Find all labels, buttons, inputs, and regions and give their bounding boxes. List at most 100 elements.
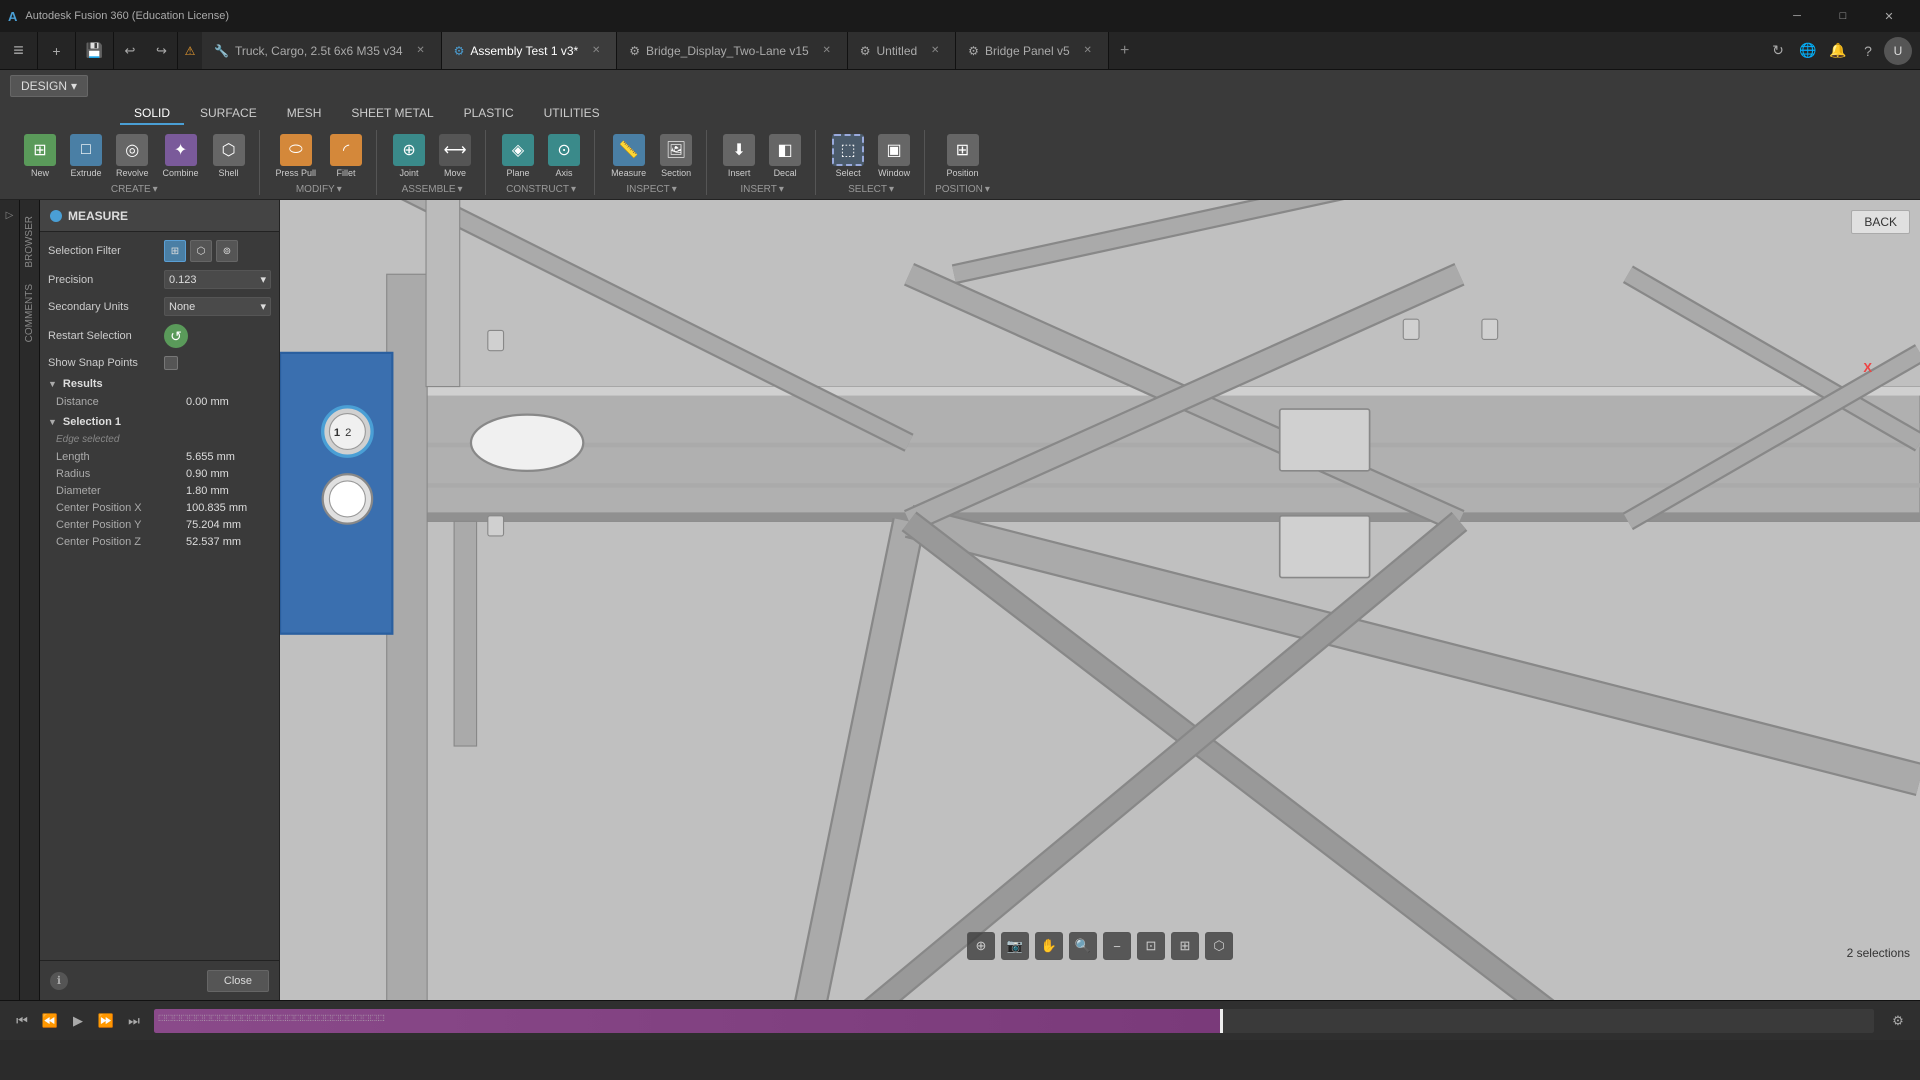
inspect-section-button[interactable]: 🖼 Section: [654, 130, 698, 182]
construct-plane-button[interactable]: ◈ Plane: [496, 130, 540, 182]
measure-panel-footer: ℹ Close: [40, 960, 279, 1000]
precision-dropdown[interactable]: 0.123 ▾: [164, 270, 271, 289]
camera-button[interactable]: 📷: [1001, 932, 1029, 960]
combine-icon: ✦: [165, 134, 197, 166]
win-controls: ─ □ ✕: [1774, 0, 1912, 32]
tab-bridge-panel-close[interactable]: ✕: [1080, 43, 1096, 59]
create-new-component-button[interactable]: ⊞ New: [18, 130, 62, 182]
tab-assembly[interactable]: ⚙ Assembly Test 1 v3* ✕: [442, 32, 618, 69]
close-measure-button[interactable]: Close: [207, 970, 269, 992]
modify-press-pull-button[interactable]: ⬭ Press Pull: [270, 130, 323, 182]
browser-button[interactable]: 🌐: [1794, 37, 1822, 65]
filter-body-icon[interactable]: ⊞: [164, 240, 186, 262]
grid-button[interactable]: ⊞: [1171, 932, 1199, 960]
tab-untitled[interactable]: ⚙ Untitled ✕: [848, 32, 956, 69]
modify-fillet-button[interactable]: ◜ Fillet: [324, 130, 368, 182]
results-section-header[interactable]: ▼ Results: [48, 378, 271, 390]
position-button[interactable]: ⊞ Position: [940, 130, 984, 182]
undo-button[interactable]: ↩: [114, 32, 146, 69]
ribbon-tab-mesh[interactable]: MESH: [273, 103, 336, 125]
new-doc-button[interactable]: +: [38, 32, 76, 69]
tab-assembly-close[interactable]: ✕: [588, 43, 604, 59]
modify-arrow-icon[interactable]: ▾: [337, 184, 342, 195]
timeline-next-button[interactable]: ⏩: [94, 1009, 118, 1033]
selection1-section-header[interactable]: ▼ Selection 1: [48, 416, 271, 428]
timeline-prev-button[interactable]: ⏪: [38, 1009, 62, 1033]
redo-button[interactable]: ↪: [146, 32, 178, 69]
create-revolve-button[interactable]: ◎ Revolve: [110, 130, 155, 182]
ribbon-tab-utilities[interactable]: UTILITIES: [530, 103, 614, 125]
maximize-button[interactable]: □: [1820, 0, 1866, 32]
pan-button[interactable]: ✋: [1035, 932, 1063, 960]
timeline-next-end-button[interactable]: ⏭: [122, 1009, 146, 1033]
create-shell-button[interactable]: ⬡ Shell: [207, 130, 251, 182]
tab-bridge-display[interactable]: ⚙ Bridge_Display_Two-Lane v15 ✕: [617, 32, 848, 69]
ribbon-group-insert: ⬇ Insert ◧ Decal INSERT ▾: [709, 130, 816, 195]
collapse-arrow[interactable]: ▷: [4, 208, 16, 223]
create-arrow-icon[interactable]: ▾: [153, 184, 158, 195]
tab-bridge-display-close[interactable]: ✕: [819, 43, 835, 59]
show-snap-checkbox[interactable]: [164, 356, 178, 370]
design-dropdown-button[interactable]: DESIGN ▾: [10, 75, 88, 97]
select-arrow-icon[interactable]: ▾: [889, 184, 894, 195]
create-combine-button[interactable]: ✦ Combine: [157, 130, 205, 182]
fit-button[interactable]: ⊡: [1137, 932, 1165, 960]
select-button[interactable]: ⬚ Select: [826, 130, 870, 182]
save-button[interactable]: 💾: [76, 32, 114, 69]
restart-selection-button[interactable]: ↺: [164, 324, 188, 348]
user-avatar[interactable]: U: [1884, 37, 1912, 65]
help-button[interactable]: ?: [1854, 37, 1882, 65]
position-arrow-icon[interactable]: ▾: [985, 184, 990, 195]
inspect-measure-button[interactable]: 📏 Measure: [605, 130, 652, 182]
assemble-move-button[interactable]: ⟷ Move: [433, 130, 477, 182]
assemble-joint-button[interactable]: ⊕ Joint: [387, 130, 431, 182]
timeline-track[interactable]: ⬚⬚⬚⬚⬚⬚⬚⬚⬚⬚⬚⬚⬚⬚⬚⬚⬚⬚⬚⬚⬚⬚⬚⬚⬚⬚⬚⬚⬚⬚: [154, 1009, 1874, 1033]
new-tab-button[interactable]: +: [1109, 32, 1141, 69]
measure-panel: MEASURE Selection Filter ⊞ ⬡ ⊚ Precision…: [40, 200, 280, 1000]
construct-arrow-icon[interactable]: ▾: [571, 184, 576, 195]
inspect-arrow-icon[interactable]: ▾: [672, 184, 677, 195]
tab-bridge-panel[interactable]: ⚙ Bridge Panel v5 ✕: [956, 32, 1109, 69]
browser-tab[interactable]: BROWSER: [21, 208, 38, 276]
length-label: Length: [56, 451, 186, 463]
display-button[interactable]: ⬡: [1205, 932, 1233, 960]
insert-button[interactable]: ⬇ Insert: [717, 130, 761, 182]
app-menu-button[interactable]: ≡: [0, 32, 38, 69]
ribbon-tab-solid[interactable]: SOLID: [120, 103, 184, 125]
info-button[interactable]: ℹ: [50, 972, 68, 990]
insert-decal-button[interactable]: ◧ Decal: [763, 130, 807, 182]
timeline-prev-start-button[interactable]: ⏮: [10, 1009, 34, 1033]
ribbon-tab-sheet-metal[interactable]: SHEET METAL: [337, 103, 447, 125]
timeline-settings-button[interactable]: ⚙: [1886, 1009, 1910, 1033]
select2-button[interactable]: ▣ Window: [872, 130, 916, 182]
tab-untitled-close[interactable]: ✕: [927, 43, 943, 59]
zoom-out-button[interactable]: −: [1103, 932, 1131, 960]
orbit-button[interactable]: ⊕: [967, 932, 995, 960]
close-button[interactable]: ✕: [1866, 0, 1912, 32]
ribbon-tab-plastic[interactable]: PLASTIC: [450, 103, 528, 125]
construct-group-label: CONSTRUCT: [506, 184, 569, 195]
notification-button[interactable]: 🔔: [1824, 37, 1852, 65]
warning-icon: ⚠: [178, 32, 202, 69]
refresh-button[interactable]: ↻: [1764, 37, 1792, 65]
assemble-arrow-icon[interactable]: ▾: [458, 184, 463, 195]
create-extrude-button[interactable]: □ Extrude: [64, 130, 108, 182]
ribbon-tab-surface[interactable]: SURFACE: [186, 103, 271, 125]
tab-truck-close[interactable]: ✕: [413, 43, 429, 59]
view-controls: ⊕ 📷 ✋ 🔍 − ⊡ ⊞ ⬡: [967, 932, 1233, 960]
viewport[interactable]: 1 2 BACK X ⊕ 📷 ✋: [280, 200, 1920, 1000]
insert-group-label: INSERT: [740, 184, 777, 195]
insert-arrow-icon[interactable]: ▾: [779, 184, 784, 195]
back-button[interactable]: BACK: [1851, 210, 1910, 234]
minimize-button[interactable]: ─: [1774, 0, 1820, 32]
filter-edge-icon[interactable]: ⊚: [216, 240, 238, 262]
comments-tab[interactable]: COMMENTS: [21, 276, 38, 350]
zoom-button[interactable]: 🔍: [1069, 932, 1097, 960]
filter-face-icon[interactable]: ⬡: [190, 240, 212, 262]
center-z-value: 52.537 mm: [186, 536, 241, 548]
secondary-units-dropdown[interactable]: None ▾: [164, 297, 271, 316]
timeline-play-button[interactable]: ▶: [66, 1009, 90, 1033]
tab-truck[interactable]: 🔧 Truck, Cargo, 2.5t 6x6 M35 v34 ✕: [202, 32, 442, 69]
radius-row: Radius 0.90 mm: [48, 468, 271, 480]
construct-axis-button[interactable]: ⊙ Axis: [542, 130, 586, 182]
